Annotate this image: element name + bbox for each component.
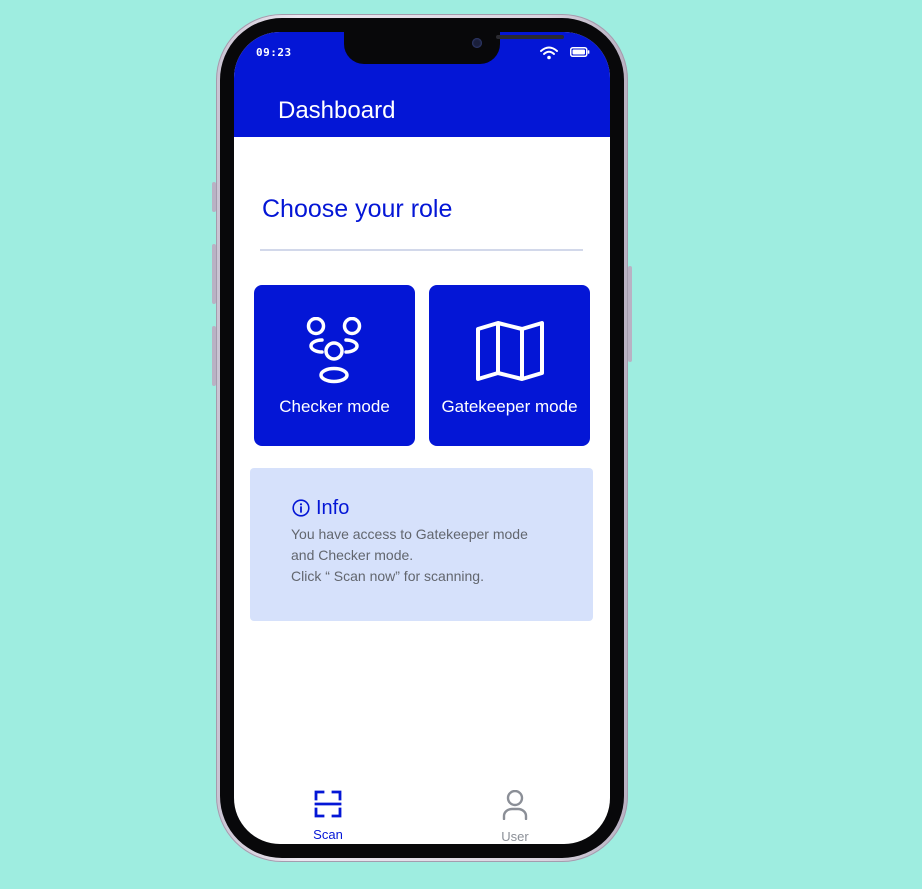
scan-icon (314, 790, 342, 818)
checker-mode-label: Checker mode (279, 397, 390, 416)
nav-user[interactable]: User (475, 790, 555, 844)
phone-frame: 09:23 Dashboard Choose your role Checker… (216, 14, 628, 862)
people-group-icon (306, 317, 361, 384)
map-icon (475, 321, 544, 381)
info-header: Info (292, 496, 349, 520)
power-button (628, 266, 632, 362)
info-text: You have access to Gatekeeper mode and C… (291, 524, 581, 587)
info-title: Info (316, 497, 350, 519)
wifi-icon (540, 46, 558, 60)
nav-scan-label: Scan (313, 827, 343, 842)
gatekeeper-mode-button[interactable]: Gatekeeper mode (429, 285, 590, 446)
info-line: and Checker mode. (291, 547, 414, 563)
speaker-grille (496, 35, 564, 39)
phone-bezel: 09:23 Dashboard Choose your role Checker… (220, 18, 624, 858)
nav-scan[interactable]: Scan (288, 790, 368, 842)
info-line: You have access to Gatekeeper mode (291, 526, 528, 542)
camera-icon (472, 38, 482, 48)
gatekeeper-mode-label: Gatekeeper mode (441, 397, 578, 416)
info-circle-icon (292, 499, 310, 517)
role-heading: Choose your role (262, 195, 453, 223)
checker-mode-button[interactable]: Checker mode (254, 285, 415, 446)
battery-icon (570, 47, 590, 57)
heading-divider (260, 249, 583, 251)
phone-notch (344, 32, 564, 64)
page-title: Dashboard (278, 97, 396, 124)
nav-user-label: User (501, 829, 529, 844)
info-line: Click “ Scan now” for scanning. (291, 568, 484, 584)
status-time: 09:23 (256, 46, 292, 59)
phone-screen: 09:23 Dashboard Choose your role Checker… (234, 32, 610, 844)
user-icon (502, 790, 528, 820)
info-panel: Info You have access to Gatekeeper mode … (250, 468, 593, 621)
